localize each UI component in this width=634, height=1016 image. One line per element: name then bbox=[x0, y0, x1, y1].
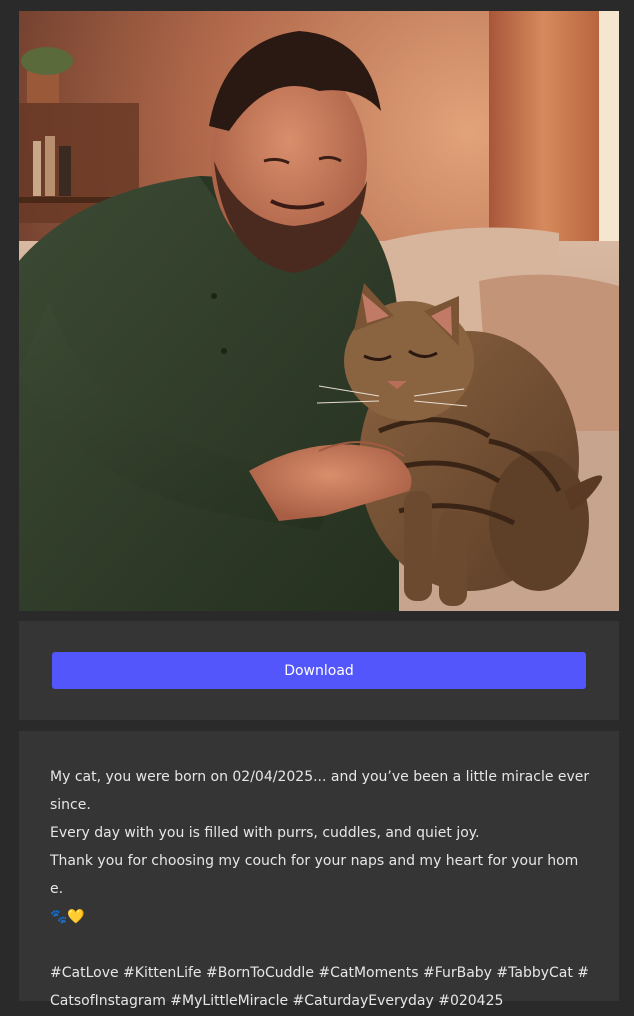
caption-line: Every day with you is filled with purrs,… bbox=[50, 825, 480, 841]
photo-illustration bbox=[19, 11, 619, 611]
caption-text: My cat, you were born on 02/04/2025... a… bbox=[50, 763, 590, 1015]
caption-emoji: 🐾💛 bbox=[50, 909, 85, 925]
book bbox=[33, 141, 41, 196]
page: Download My cat, you were born on 02/04/… bbox=[0, 0, 634, 1016]
cat-leg bbox=[404, 491, 432, 601]
plant-leaves bbox=[21, 47, 73, 75]
shirt-button bbox=[221, 348, 227, 354]
caption-line: Thank you for choosing my couch for your… bbox=[50, 853, 579, 897]
download-panel: Download bbox=[19, 621, 619, 720]
plant-pot bbox=[27, 71, 59, 103]
download-button[interactable]: Download bbox=[52, 652, 586, 689]
book bbox=[45, 136, 55, 196]
book bbox=[59, 146, 71, 196]
cat-leg bbox=[439, 511, 467, 606]
post-photo bbox=[19, 11, 619, 611]
caption-panel: My cat, you were born on 02/04/2025... a… bbox=[19, 731, 619, 1009]
shirt-button bbox=[211, 293, 217, 299]
caption-hashtags: #CatLove #KittenLife #BornToCuddle #CatM… bbox=[50, 965, 590, 1009]
caption-line: My cat, you were born on 02/04/2025... a… bbox=[50, 769, 590, 813]
